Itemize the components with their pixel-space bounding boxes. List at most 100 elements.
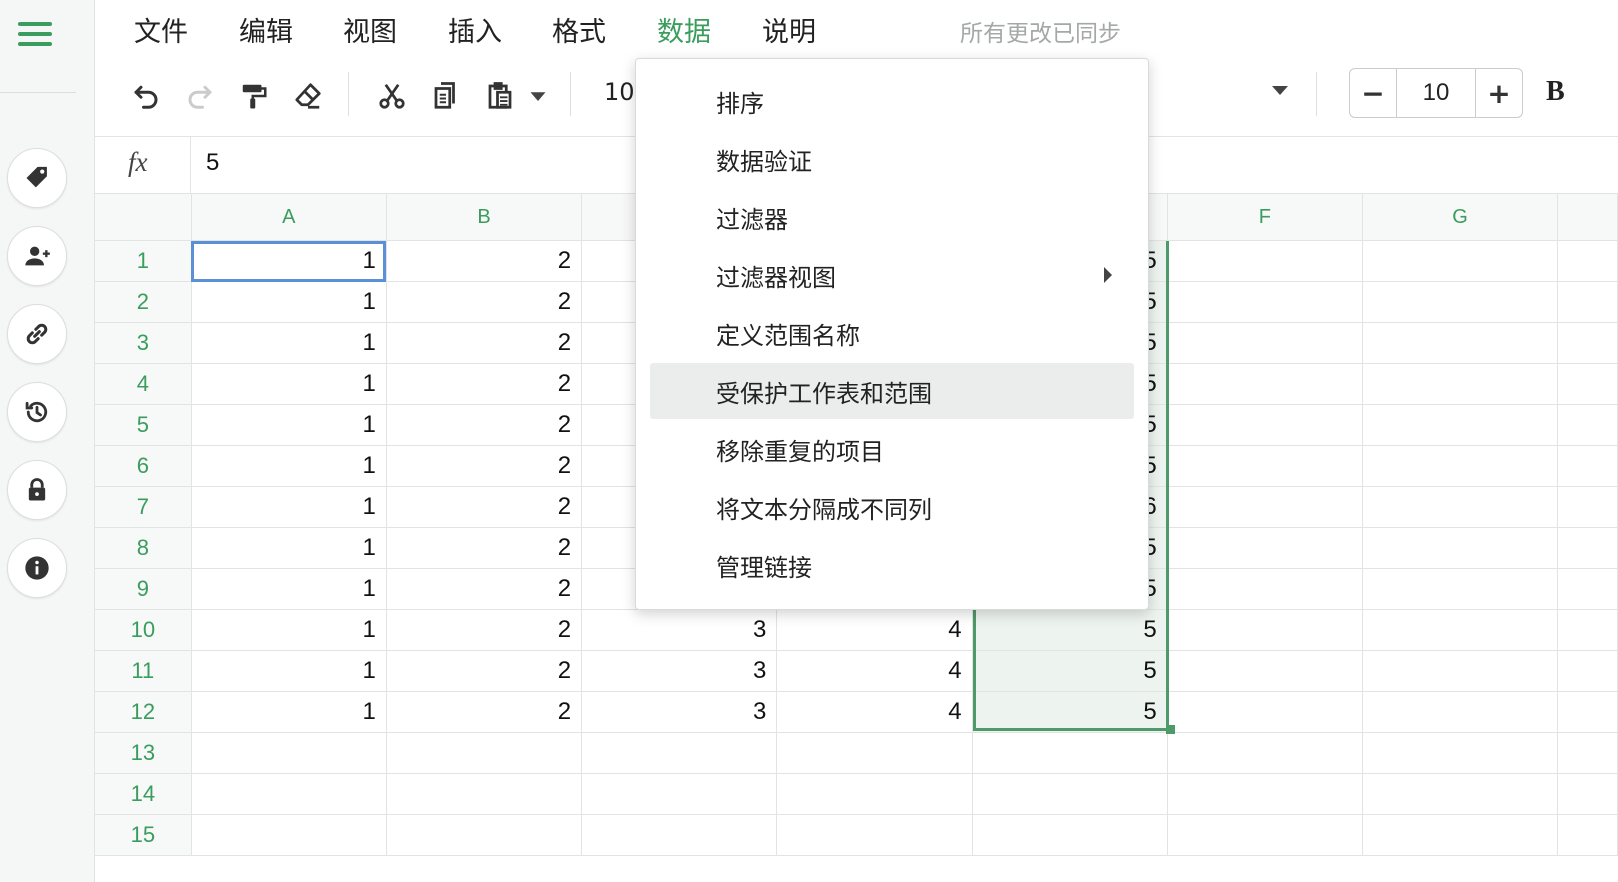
menu-item-filter-views[interactable]: 过滤器视图 (650, 247, 1134, 303)
row-header[interactable]: 1 (94, 240, 192, 282)
cell-b1[interactable]: 2 (385, 240, 583, 282)
menu-item-sort[interactable]: 排序 (650, 73, 1134, 129)
cell-b10[interactable]: 2 (385, 609, 583, 651)
cell-f8[interactable] (1166, 527, 1363, 569)
cell-overflow[interactable] (1557, 732, 1618, 774)
cell-b14[interactable] (385, 773, 583, 815)
cell-b12[interactable]: 2 (385, 691, 583, 733)
menu-item-remove-duplicates[interactable]: 移除重复的项目 (650, 421, 1134, 477)
font-size-input[interactable] (1397, 69, 1475, 117)
cell-g2[interactable] (1361, 281, 1559, 323)
menu-item-filter[interactable]: 过滤器 (650, 189, 1134, 245)
cell-b15[interactable] (385, 814, 583, 856)
cell-f10[interactable] (1166, 609, 1363, 651)
font-dropdown-chevron-icon[interactable] (1272, 86, 1288, 95)
cell-c15[interactable] (581, 814, 778, 856)
cell-g4[interactable] (1361, 363, 1559, 405)
hamburger-menu-icon[interactable] (18, 22, 54, 52)
cell-b3[interactable]: 2 (385, 322, 583, 364)
cell-overflow[interactable] (1557, 404, 1618, 446)
bold-button[interactable]: B (1546, 76, 1565, 108)
cell-f7[interactable] (1166, 486, 1363, 528)
cell-f12[interactable] (1166, 691, 1363, 733)
row-header[interactable]: 5 (94, 404, 192, 446)
cell-g8[interactable] (1361, 527, 1559, 569)
cell-g14[interactable] (1361, 773, 1559, 815)
cell-a9[interactable]: 1 (190, 568, 387, 610)
cell-g1[interactable] (1361, 240, 1559, 282)
copy-icon[interactable] (426, 76, 466, 116)
cell-overflow[interactable] (1557, 281, 1618, 323)
paste-icon[interactable] (480, 76, 520, 116)
cell-overflow[interactable] (1557, 773, 1618, 815)
cell-f14[interactable] (1166, 773, 1363, 815)
cell-b6[interactable]: 2 (385, 445, 583, 487)
column-header-overflow[interactable] (1557, 193, 1618, 241)
cell-overflow[interactable] (1557, 691, 1618, 733)
cell-a3[interactable]: 1 (190, 322, 387, 364)
cell-g11[interactable] (1361, 650, 1559, 692)
cell-g10[interactable] (1361, 609, 1559, 651)
cell-f2[interactable] (1166, 281, 1363, 323)
select-all-corner[interactable] (94, 193, 192, 241)
cell-d15[interactable] (776, 814, 973, 856)
cell-a6[interactable]: 1 (190, 445, 387, 487)
cell-f5[interactable] (1166, 404, 1363, 446)
cell-f6[interactable] (1166, 445, 1363, 487)
cell-g12[interactable] (1361, 691, 1559, 733)
cell-e10[interactable]: 5 (971, 609, 1168, 651)
cell-f15[interactable] (1166, 814, 1363, 856)
cell-overflow[interactable] (1557, 240, 1618, 282)
cell-e15[interactable] (971, 814, 1168, 856)
cell-overflow[interactable] (1557, 814, 1618, 856)
cell-c12[interactable]: 3 (581, 691, 778, 733)
cut-icon[interactable] (372, 76, 412, 116)
decrease-font-size-button[interactable]: − (1350, 69, 1397, 117)
cell-overflow[interactable] (1557, 527, 1618, 569)
row-header[interactable]: 9 (94, 568, 192, 610)
cell-b5[interactable]: 2 (385, 404, 583, 446)
cell-d11[interactable]: 4 (776, 650, 973, 692)
row-header[interactable]: 2 (94, 281, 192, 323)
info-icon[interactable] (7, 538, 67, 598)
cell-g6[interactable] (1361, 445, 1559, 487)
cell-overflow[interactable] (1557, 486, 1618, 528)
cell-b8[interactable]: 2 (385, 527, 583, 569)
cell-overflow[interactable] (1557, 445, 1618, 487)
menu-edit[interactable]: 编辑 (239, 10, 293, 49)
row-header[interactable]: 4 (94, 363, 192, 405)
cell-b2[interactable]: 2 (385, 281, 583, 323)
cell-e12[interactable]: 5 (971, 691, 1168, 733)
cell-b9[interactable]: 2 (385, 568, 583, 610)
menu-help[interactable]: 说明 (762, 10, 816, 49)
row-header[interactable]: 8 (94, 527, 192, 569)
cell-d10[interactable]: 4 (776, 609, 973, 651)
menu-item-protected-sheets[interactable]: 受保护工作表和范围 (650, 363, 1134, 419)
column-header-a[interactable]: A (190, 193, 387, 241)
cell-a13[interactable] (190, 732, 387, 774)
menu-item-data-validation[interactable]: 数据验证 (650, 131, 1134, 187)
cell-b11[interactable]: 2 (385, 650, 583, 692)
cell-b7[interactable]: 2 (385, 486, 583, 528)
column-header-f[interactable]: F (1166, 193, 1363, 241)
column-header-g[interactable]: G (1361, 193, 1559, 241)
cell-overflow[interactable] (1557, 609, 1618, 651)
formula-input[interactable]: 5 (206, 149, 219, 177)
cell-g5[interactable] (1361, 404, 1559, 446)
paint-format-icon[interactable] (234, 76, 274, 116)
cell-a10[interactable]: 1 (190, 609, 387, 651)
cell-a11[interactable]: 1 (190, 650, 387, 692)
row-header[interactable]: 15 (94, 814, 192, 856)
row-header[interactable]: 14 (94, 773, 192, 815)
row-header[interactable]: 10 (94, 609, 192, 651)
row-header[interactable]: 6 (94, 445, 192, 487)
menu-insert[interactable]: 插入 (448, 10, 502, 49)
clear-format-icon[interactable] (288, 76, 328, 116)
cell-a4[interactable]: 1 (190, 363, 387, 405)
cell-a14[interactable] (190, 773, 387, 815)
cell-g13[interactable] (1361, 732, 1559, 774)
cell-f11[interactable] (1166, 650, 1363, 692)
row-header[interactable]: 11 (94, 650, 192, 692)
cell-g9[interactable] (1361, 568, 1559, 610)
cell-f3[interactable] (1166, 322, 1363, 364)
